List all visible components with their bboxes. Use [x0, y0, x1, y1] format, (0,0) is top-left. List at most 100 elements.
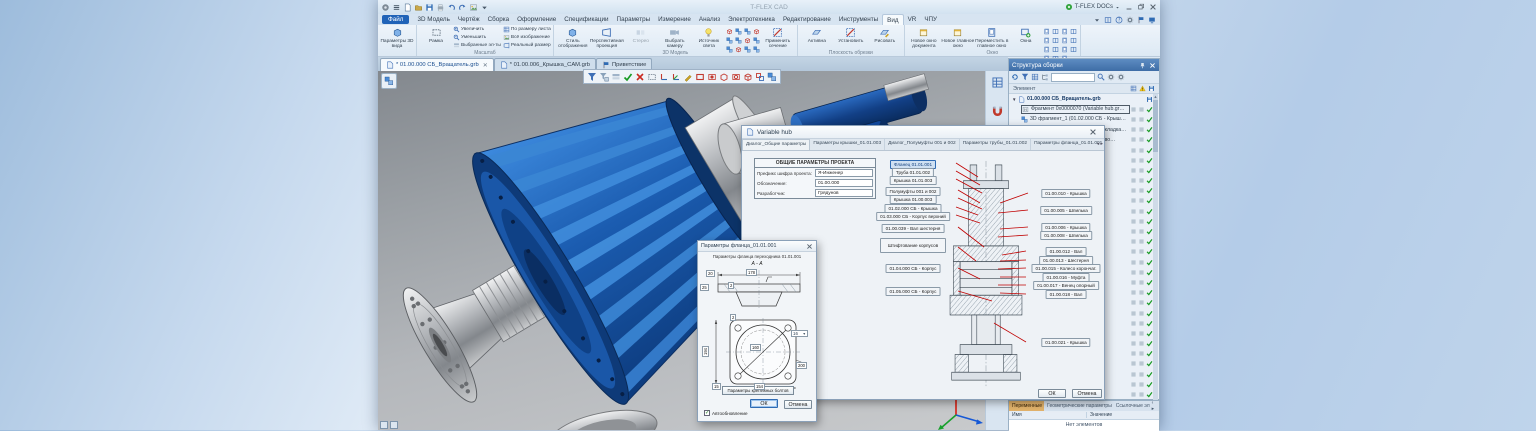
hub-cancel-button[interactable]: Отмена [1072, 389, 1102, 398]
view-mode-icon[interactable] [744, 28, 751, 35]
pin-icon[interactable] [1139, 62, 1146, 69]
menu-tab-Оформление[interactable]: Оформление [513, 14, 560, 25]
panel-tab-1[interactable]: Переменные [1009, 401, 1044, 411]
flange-cancel-button[interactable]: Отмена [784, 400, 812, 409]
refresh-icon[interactable] [1011, 73, 1019, 81]
group-label[interactable]: 3D Модель [554, 50, 797, 56]
hub-tab[interactable]: Параметры крышки_01.01.003 [810, 139, 885, 150]
menu-tab-Спецификации[interactable]: Спецификации [560, 14, 612, 25]
group-label[interactable]: Масштаб [417, 50, 553, 56]
flange-dialog-titlebar[interactable]: Параметры фланца_01.01.001 [698, 241, 816, 252]
ribbon-group-masshtab[interactable]: РамкаУвеличитьУменьшитьВыбранные эл-тыПо… [417, 25, 554, 56]
callout-button[interactable]: 01.00.015 - Колесо корончат. [1031, 264, 1100, 273]
structure-search-input[interactable] [1051, 73, 1095, 82]
rcircle-icon[interactable] [707, 72, 717, 82]
view-mode-icon[interactable] [735, 37, 742, 44]
callout-button[interactable]: 01.00.005 - Шпилька [1040, 206, 1092, 215]
ribbon-button[interactable]: Стерео [624, 26, 658, 49]
close-panel-icon[interactable] [1149, 62, 1156, 69]
tree-icon[interactable] [1041, 73, 1049, 81]
callout-button[interactable]: 01.00.039 - Вал шестерня [882, 224, 945, 233]
search-icon[interactable] [1097, 73, 1105, 81]
ribbon-group-window[interactable]: Новое окно документаНовое главное окноПе… [905, 25, 1081, 56]
window-layout-icon[interactable] [1061, 28, 1068, 35]
rcircle2-icon[interactable] [731, 72, 741, 82]
restore-button[interactable] [1137, 3, 1145, 11]
view-mode-icons[interactable] [726, 26, 761, 49]
menu-tab-Сборка[interactable]: Сборка [484, 14, 514, 25]
tree-row[interactable]: 3D фрагмент_1 (01.02.000 СБ - Крыш… [1009, 114, 1154, 124]
structure-scrollbar[interactable]: ▲ [1153, 94, 1158, 400]
menu-tab-Анализ[interactable]: Анализ [695, 14, 724, 25]
hub-dialog-titlebar[interactable]: Variable hub [742, 126, 1104, 139]
menu-tab-Редактирование[interactable]: Редактирование [779, 14, 835, 25]
callout-button[interactable]: 01.00.008 - Шпилька [1040, 231, 1092, 240]
menu-tab-Электротехника[interactable]: Электротехника [724, 14, 779, 25]
hub-tab[interactable]: Параметры фланца_01.01.001 [1031, 139, 1104, 150]
callout-button[interactable]: 01.05.000 СБ - Корпус [886, 287, 941, 296]
magnet-icon[interactable] [991, 105, 1004, 118]
ribbon-button[interactable]: Уменьшить [453, 34, 501, 42]
flag-icon[interactable] [1137, 16, 1145, 24]
hub-tab[interactable]: Параметры трубы_01.01.002 [960, 139, 1031, 150]
page-tab-icon[interactable] [390, 421, 398, 429]
panel-tab-2[interactable]: Геометрические параметры [1044, 401, 1113, 411]
grid-icon[interactable] [1031, 73, 1039, 81]
window-layout-icon[interactable] [1052, 37, 1059, 44]
ribbon-button[interactable]: Рисовать [868, 26, 902, 49]
ribbon-button[interactable]: Активна [800, 26, 834, 49]
stack-icon[interactable] [611, 72, 621, 82]
document-tab[interactable]: * 01.00.006_Крышка_CAM.grb [494, 58, 596, 71]
close-dialog-icon[interactable] [806, 243, 813, 250]
ribbon-button[interactable]: Всё изображение [503, 34, 551, 42]
ribbon-button[interactable]: Стиль отображения [556, 26, 590, 49]
ribbon-button[interactable]: Увеличить [453, 26, 501, 34]
hub-tab[interactable]: Диалог_Полумуфты 001 и 002 [885, 139, 960, 150]
ribbon-button[interactable]: Применить сечение [761, 26, 795, 49]
callout-button[interactable]: 01.00.010 - Крышка [1041, 189, 1090, 198]
ribbon-group-clipplane[interactable]: АктивнаУстановитьРисоватьПлоскость обрез… [798, 25, 905, 56]
window-layout-icons[interactable] [1043, 26, 1078, 49]
rrect-icon[interactable] [695, 72, 705, 82]
ribbon-button[interactable]: Новое окно документа [907, 26, 941, 49]
winpanes-icon[interactable] [1104, 16, 1112, 24]
ribbon-group-3dmodel[interactable]: Стиль отображенияПерспективная проекцияС… [554, 25, 798, 56]
scroll-thumb[interactable] [1153, 100, 1158, 152]
rpair-icon[interactable] [755, 72, 765, 82]
callout-button[interactable]: 01.04.000 СБ - Корпус [886, 264, 941, 273]
ribbon-button[interactable]: Переместить в главное окно [975, 26, 1009, 49]
ribbon-button[interactable]: Рамка [419, 26, 453, 49]
pen-icon[interactable] [683, 72, 693, 82]
document-tab[interactable]: * 01.00.000 СБ_Вращатель.grb✕ [380, 58, 494, 71]
ribbon-button[interactable]: Реальный размер [503, 41, 551, 49]
settings2-icon[interactable] [1117, 73, 1125, 81]
flange-ok-button[interactable]: ОК [750, 399, 778, 408]
callout-button[interactable]: 01.00.018 - Вал [1046, 290, 1087, 299]
minimize-button[interactable] [1125, 3, 1133, 11]
ribbon-button[interactable]: Перспективная проекция [590, 26, 624, 49]
window-layout-icon[interactable] [1043, 37, 1050, 44]
hub-tab[interactable]: Диалог_Общие параметры [742, 139, 810, 150]
scale-col[interactable]: По размеру листаВсё изображениеРеальный … [503, 26, 551, 49]
view-mode-icon[interactable] [735, 28, 742, 35]
callout-button[interactable]: 01.00.021 - Крышка [1041, 338, 1090, 347]
cubes-icon[interactable] [767, 72, 777, 82]
window-layout-icon[interactable] [1043, 28, 1050, 35]
view-mode-icon[interactable] [726, 37, 733, 44]
rcube-icon[interactable] [743, 72, 753, 82]
callout-button[interactable]: 01.00.017 - Венец опорный [1033, 281, 1099, 290]
file-menu-button[interactable]: Файл [382, 15, 409, 24]
menu-tab-Измерение[interactable]: Измерение [654, 14, 695, 25]
callout-button[interactable]: Крышка 01.00.003 [890, 195, 937, 204]
view-mode-icon[interactable] [753, 28, 760, 35]
settings1-icon[interactable] [1107, 73, 1115, 81]
check-icon[interactable] [623, 72, 633, 82]
window-layout-icon[interactable] [1070, 37, 1077, 44]
funnel-icon[interactable] [587, 72, 597, 82]
menu-tab-Чертёж[interactable]: Чертёж [454, 14, 484, 25]
close-button[interactable] [1149, 3, 1157, 11]
tab-scroll-arrows[interactable]: ‹ ▸ [1152, 401, 1159, 411]
ribbon-button[interactable]: Установить [834, 26, 868, 49]
cross-icon[interactable] [635, 72, 645, 82]
scale-col[interactable]: УвеличитьУменьшитьВыбранные эл-ты [453, 26, 501, 49]
